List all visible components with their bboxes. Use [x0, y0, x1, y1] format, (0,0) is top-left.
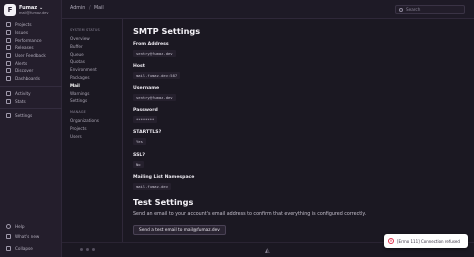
- org-switcher[interactable]: F Fumaz ⌄ mail@fumaz.dev: [4, 4, 48, 16]
- sidebar-item-dashboards[interactable]: Dashboards: [0, 75, 62, 83]
- field-value-mailing-list-namespace: mail.fumaz.dev: [133, 183, 172, 190]
- top-bar: Admin / Mail: [62, 0, 474, 19]
- field-label-username: Username: [133, 86, 160, 91]
- field-value-password: ********: [133, 116, 158, 123]
- field-label-ssl: SSL?: [133, 153, 146, 158]
- subnav-item-environment[interactable]: Environment: [62, 66, 122, 74]
- settings-icon: [6, 113, 11, 119]
- error-toast-message: [Errno 111] Connection refused: [397, 238, 460, 244]
- sidebar-item-activity[interactable]: Activity: [0, 90, 62, 98]
- field-label-from-address: From Address: [133, 42, 169, 47]
- help-icon: [6, 223, 11, 229]
- sidebar-item-discover[interactable]: Discover: [0, 67, 62, 75]
- subnav-item-packages[interactable]: Packages: [62, 74, 122, 82]
- discover-icon: [6, 68, 11, 74]
- sidebar-item-stats[interactable]: Stats: [0, 97, 62, 105]
- breadcrumb-separator: /: [89, 6, 91, 11]
- sidebar-item-settings[interactable]: Settings: [0, 112, 62, 120]
- sidebar-item-issues[interactable]: Issues: [0, 29, 62, 37]
- alerts-icon: [6, 60, 11, 66]
- sidebar-divider: [0, 85, 62, 87]
- sidebar-collapse-button[interactable]: Collapse: [0, 245, 33, 253]
- sentry-logo-icon: ◭: [265, 247, 270, 254]
- sidebar-item-alerts[interactable]: Alerts: [0, 59, 62, 67]
- test-settings-description: Send an email to your account's email ad…: [133, 212, 367, 217]
- test-settings-title: Test Settings: [133, 197, 194, 207]
- smtp-settings-title: SMTP Settings: [133, 26, 201, 36]
- close-circle-icon[interactable]: ×: [388, 238, 394, 244]
- sidebar: F Fumaz ⌄ mail@fumaz.dev Projects Issues…: [0, 0, 62, 257]
- breadcrumb-admin[interactable]: Admin: [70, 6, 85, 11]
- sidebar-divider: [0, 107, 62, 109]
- field-label-mailing-list-namespace: Mailing List Namespace: [133, 175, 195, 180]
- sidebar-item-releases[interactable]: Releases: [0, 44, 62, 52]
- broadcast-icon: [6, 233, 11, 239]
- admin-subnav: SYSTEM STATUS Overview Buffer Queue Quot…: [62, 19, 123, 242]
- subnav-item-users[interactable]: Users: [62, 133, 122, 141]
- dashboards-icon: [6, 76, 11, 82]
- footer-dot: [92, 248, 95, 251]
- subnav-item-projects[interactable]: Projects: [62, 125, 122, 133]
- collapse-icon: [6, 246, 11, 252]
- subnav-item-queue[interactable]: Queue: [62, 51, 122, 59]
- footer-dots: [80, 248, 95, 251]
- subnav-item-settings[interactable]: Settings: [62, 97, 122, 105]
- issues-icon: [6, 30, 11, 36]
- feedback-icon: [6, 53, 11, 59]
- field-value-username: sentry@fumaz.dev: [133, 94, 176, 101]
- stats-icon: [6, 98, 11, 104]
- breadcrumb-mail: Mail: [94, 6, 104, 11]
- footer-dot: [80, 248, 83, 251]
- activity-icon: [6, 90, 11, 96]
- sidebar-item-help[interactable]: Help: [0, 221, 62, 231]
- sidebar-item-user-feedback[interactable]: User Feedback: [0, 52, 62, 60]
- projects-icon: [6, 22, 11, 28]
- field-value-starttls: Yes: [133, 138, 146, 145]
- subnav-item-warnings[interactable]: Warnings: [62, 90, 122, 98]
- field-value-ssl: No: [133, 161, 144, 168]
- performance-icon: [6, 37, 11, 43]
- subnav-item-mail[interactable]: Mail: [62, 82, 122, 90]
- main-content: SMTP Settings From Address sentry@fumaz.…: [124, 19, 474, 242]
- field-value-host: mail.fumaz.dev:587: [133, 72, 181, 79]
- field-label-starttls: STARTTLS?: [133, 130, 162, 135]
- sidebar-item-whats-new[interactable]: What's new: [0, 231, 62, 241]
- search-icon: [399, 7, 403, 12]
- error-toast: × [Errno 111] Connection refused: [384, 234, 468, 248]
- search-box[interactable]: [395, 5, 465, 14]
- subnav-item-buffer[interactable]: Buffer: [62, 43, 122, 51]
- org-email: mail@fumaz.dev: [19, 10, 49, 15]
- field-label-host: Host: [133, 64, 145, 69]
- org-avatar: F: [4, 4, 16, 16]
- sidebar-nav-secondary: Help What's new: [0, 221, 62, 241]
- subnav-item-overview[interactable]: Overview: [62, 35, 122, 43]
- subnav-item-organizations[interactable]: Organizations: [62, 117, 122, 125]
- field-label-password: Password: [133, 108, 158, 113]
- search-input[interactable]: [406, 7, 464, 12]
- sidebar-nav-primary: Projects Issues Performance Releases Use…: [0, 21, 62, 120]
- subnav-item-quotas[interactable]: Quotas: [62, 58, 122, 66]
- footer-dot: [86, 248, 89, 251]
- send-test-email-button[interactable]: Send a test email to mail@fumaz.dev: [133, 225, 226, 235]
- sidebar-item-projects[interactable]: Projects: [0, 21, 62, 29]
- field-value-from-address: sentry@fumaz.dev: [133, 50, 176, 57]
- releases-icon: [6, 45, 11, 51]
- sidebar-item-performance[interactable]: Performance: [0, 36, 62, 44]
